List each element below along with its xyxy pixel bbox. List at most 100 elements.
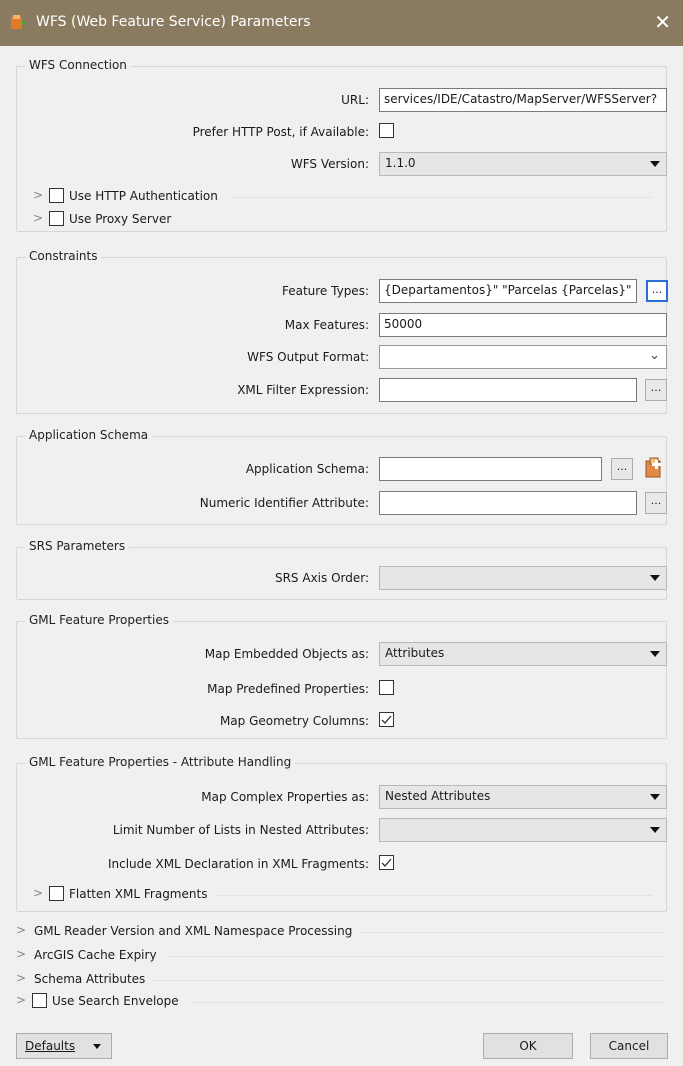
- complex-props-value: Nested Attributes: [385, 789, 491, 803]
- chevron-right-icon[interactable]: >: [16, 923, 26, 937]
- chevron-down-icon: ⌄: [649, 348, 660, 363]
- divider: [152, 980, 666, 981]
- group-wfs-connection: WFS Connection URL: services/IDE/Catastr…: [16, 58, 667, 232]
- dropdown-arrow-icon: [650, 827, 660, 833]
- predefined-props-checkbox[interactable]: [379, 680, 394, 695]
- feature-types-input[interactable]: {Departamentos}" "Parcelas {Parcelas}": [379, 279, 637, 303]
- flatten-xml-expander[interactable]: > Flatten XML Fragments: [33, 883, 653, 905]
- http-auth-checkbox[interactable]: [49, 188, 64, 203]
- max-features-label: Max Features:: [284, 318, 369, 332]
- group-gml-feature-properties: GML Feature Properties Map Embedded Obje…: [16, 613, 667, 739]
- http-auth-label: Use HTTP Authentication: [69, 189, 218, 203]
- window-title: WFS (Web Feature Service) Parameters: [36, 14, 311, 30]
- check-icon: [381, 715, 392, 724]
- defaults-label: Defaults: [25, 1039, 76, 1053]
- search-envelope-expander[interactable]: > Use Search Envelope: [16, 990, 666, 1012]
- divider: [217, 895, 652, 896]
- dropdown-arrow-icon: [650, 161, 660, 167]
- feature-types-browse-button[interactable]: ...: [646, 280, 668, 302]
- max-features-input[interactable]: 50000: [379, 313, 667, 337]
- output-format-select[interactable]: ⌄: [379, 345, 667, 369]
- feature-types-label: Feature Types:: [281, 284, 369, 298]
- cancel-button[interactable]: Cancel: [590, 1033, 668, 1059]
- proxy-label: Use Proxy Server: [69, 212, 172, 226]
- embedded-objects-select[interactable]: Attributes: [379, 642, 667, 666]
- complex-props-select[interactable]: Nested Attributes: [379, 785, 667, 809]
- divider: [168, 956, 666, 957]
- gml-reader-expander[interactable]: > GML Reader Version and XML Namespace P…: [16, 920, 666, 942]
- check-icon: [381, 858, 392, 867]
- app-schema-label: Application Schema:: [245, 462, 369, 476]
- divider: [190, 1002, 666, 1003]
- group-constraints: Constraints Feature Types: {Departamento…: [16, 249, 668, 414]
- url-label: URL:: [341, 93, 369, 107]
- add-schema-icon[interactable]: [643, 457, 665, 479]
- flatten-xml-checkbox[interactable]: [49, 886, 64, 901]
- group-srs-parameters: SRS Parameters SRS Axis Order:: [16, 539, 667, 600]
- group-title: Application Schema: [25, 428, 153, 442]
- include-xml-label: Include XML Declaration in XML Fragments…: [107, 857, 369, 871]
- chevron-right-icon[interactable]: >: [33, 211, 43, 225]
- limit-lists-label: Limit Number of Lists in Nested Attribut…: [112, 823, 369, 837]
- wfs-version-value: 1.1.0: [385, 156, 416, 170]
- proxy-expander[interactable]: > Use Proxy Server: [33, 208, 653, 230]
- xml-filter-browse-button[interactable]: ...: [645, 379, 667, 401]
- flatten-xml-label: Flatten XML Fragments: [69, 887, 208, 901]
- wfs-version-label: WFS Version:: [290, 157, 369, 171]
- group-title: WFS Connection: [25, 58, 131, 72]
- arcgis-cache-label: ArcGIS Cache Expiry: [34, 948, 157, 962]
- srs-axis-order-select[interactable]: [379, 566, 667, 590]
- numeric-id-input[interactable]: [379, 491, 637, 515]
- numeric-id-browse-button[interactable]: ...: [645, 492, 667, 514]
- group-gml-attribute-handling: GML Feature Properties - Attribute Handl…: [16, 755, 667, 912]
- group-title: GML Feature Properties - Attribute Handl…: [25, 755, 296, 769]
- http-auth-expander[interactable]: > Use HTTP Authentication: [33, 185, 653, 207]
- predefined-props-label: Map Predefined Properties:: [207, 682, 369, 696]
- group-title: GML Feature Properties: [25, 613, 173, 627]
- limit-lists-select[interactable]: [379, 818, 667, 842]
- schema-attributes-expander[interactable]: > Schema Attributes: [16, 968, 666, 990]
- dropdown-arrow-icon: [650, 651, 660, 657]
- divider: [360, 932, 666, 933]
- proxy-checkbox[interactable]: [49, 211, 64, 226]
- schema-attributes-label: Schema Attributes: [34, 972, 146, 986]
- prefer-post-checkbox[interactable]: [379, 123, 394, 138]
- dropdown-arrow-icon: [93, 1044, 101, 1049]
- defaults-button[interactable]: Defaults: [16, 1033, 112, 1059]
- embedded-objects-label: Map Embedded Objects as:: [204, 647, 369, 661]
- xml-filter-label: XML Filter Expression:: [237, 383, 369, 397]
- divider: [232, 197, 652, 198]
- geometry-columns-label: Map Geometry Columns:: [219, 714, 369, 728]
- prefer-post-label: Prefer HTTP Post, if Available:: [192, 125, 369, 139]
- numeric-id-label: Numeric Identifier Attribute:: [199, 496, 369, 510]
- chevron-right-icon[interactable]: >: [33, 188, 43, 202]
- output-format-label: WFS Output Format:: [247, 350, 369, 364]
- app-schema-browse-button[interactable]: ...: [611, 458, 633, 480]
- chevron-right-icon[interactable]: >: [33, 886, 43, 900]
- chevron-right-icon[interactable]: >: [16, 947, 26, 961]
- title-bar: WFS (Web Feature Service) Parameters ✕: [0, 0, 683, 46]
- app-icon: [11, 15, 27, 29]
- xml-filter-input[interactable]: [379, 378, 637, 402]
- group-application-schema: Application Schema Application Schema: .…: [16, 428, 667, 525]
- group-title: SRS Parameters: [25, 539, 130, 553]
- search-envelope-checkbox[interactable]: [32, 993, 47, 1008]
- complex-props-label: Map Complex Properties as:: [201, 790, 369, 804]
- gml-reader-label: GML Reader Version and XML Namespace Pro…: [34, 924, 353, 938]
- embedded-objects-value: Attributes: [385, 646, 445, 660]
- group-title: Constraints: [25, 249, 102, 263]
- srs-axis-order-label: SRS Axis Order:: [274, 571, 369, 585]
- chevron-right-icon[interactable]: >: [16, 971, 26, 985]
- arcgis-cache-expander[interactable]: > ArcGIS Cache Expiry: [16, 944, 666, 966]
- dropdown-arrow-icon: [650, 794, 660, 800]
- url-input[interactable]: services/IDE/Catastro/MapServer/WFSServe…: [379, 88, 667, 112]
- include-xml-checkbox[interactable]: [379, 855, 394, 870]
- ok-button[interactable]: OK: [483, 1033, 573, 1059]
- chevron-right-icon[interactable]: >: [16, 993, 26, 1007]
- app-schema-input[interactable]: [379, 457, 602, 481]
- geometry-columns-checkbox[interactable]: [379, 712, 394, 727]
- wfs-version-select[interactable]: 1.1.0: [379, 152, 667, 176]
- close-icon[interactable]: ✕: [654, 10, 671, 34]
- search-envelope-label: Use Search Envelope: [52, 994, 179, 1008]
- dropdown-arrow-icon: [650, 575, 660, 581]
